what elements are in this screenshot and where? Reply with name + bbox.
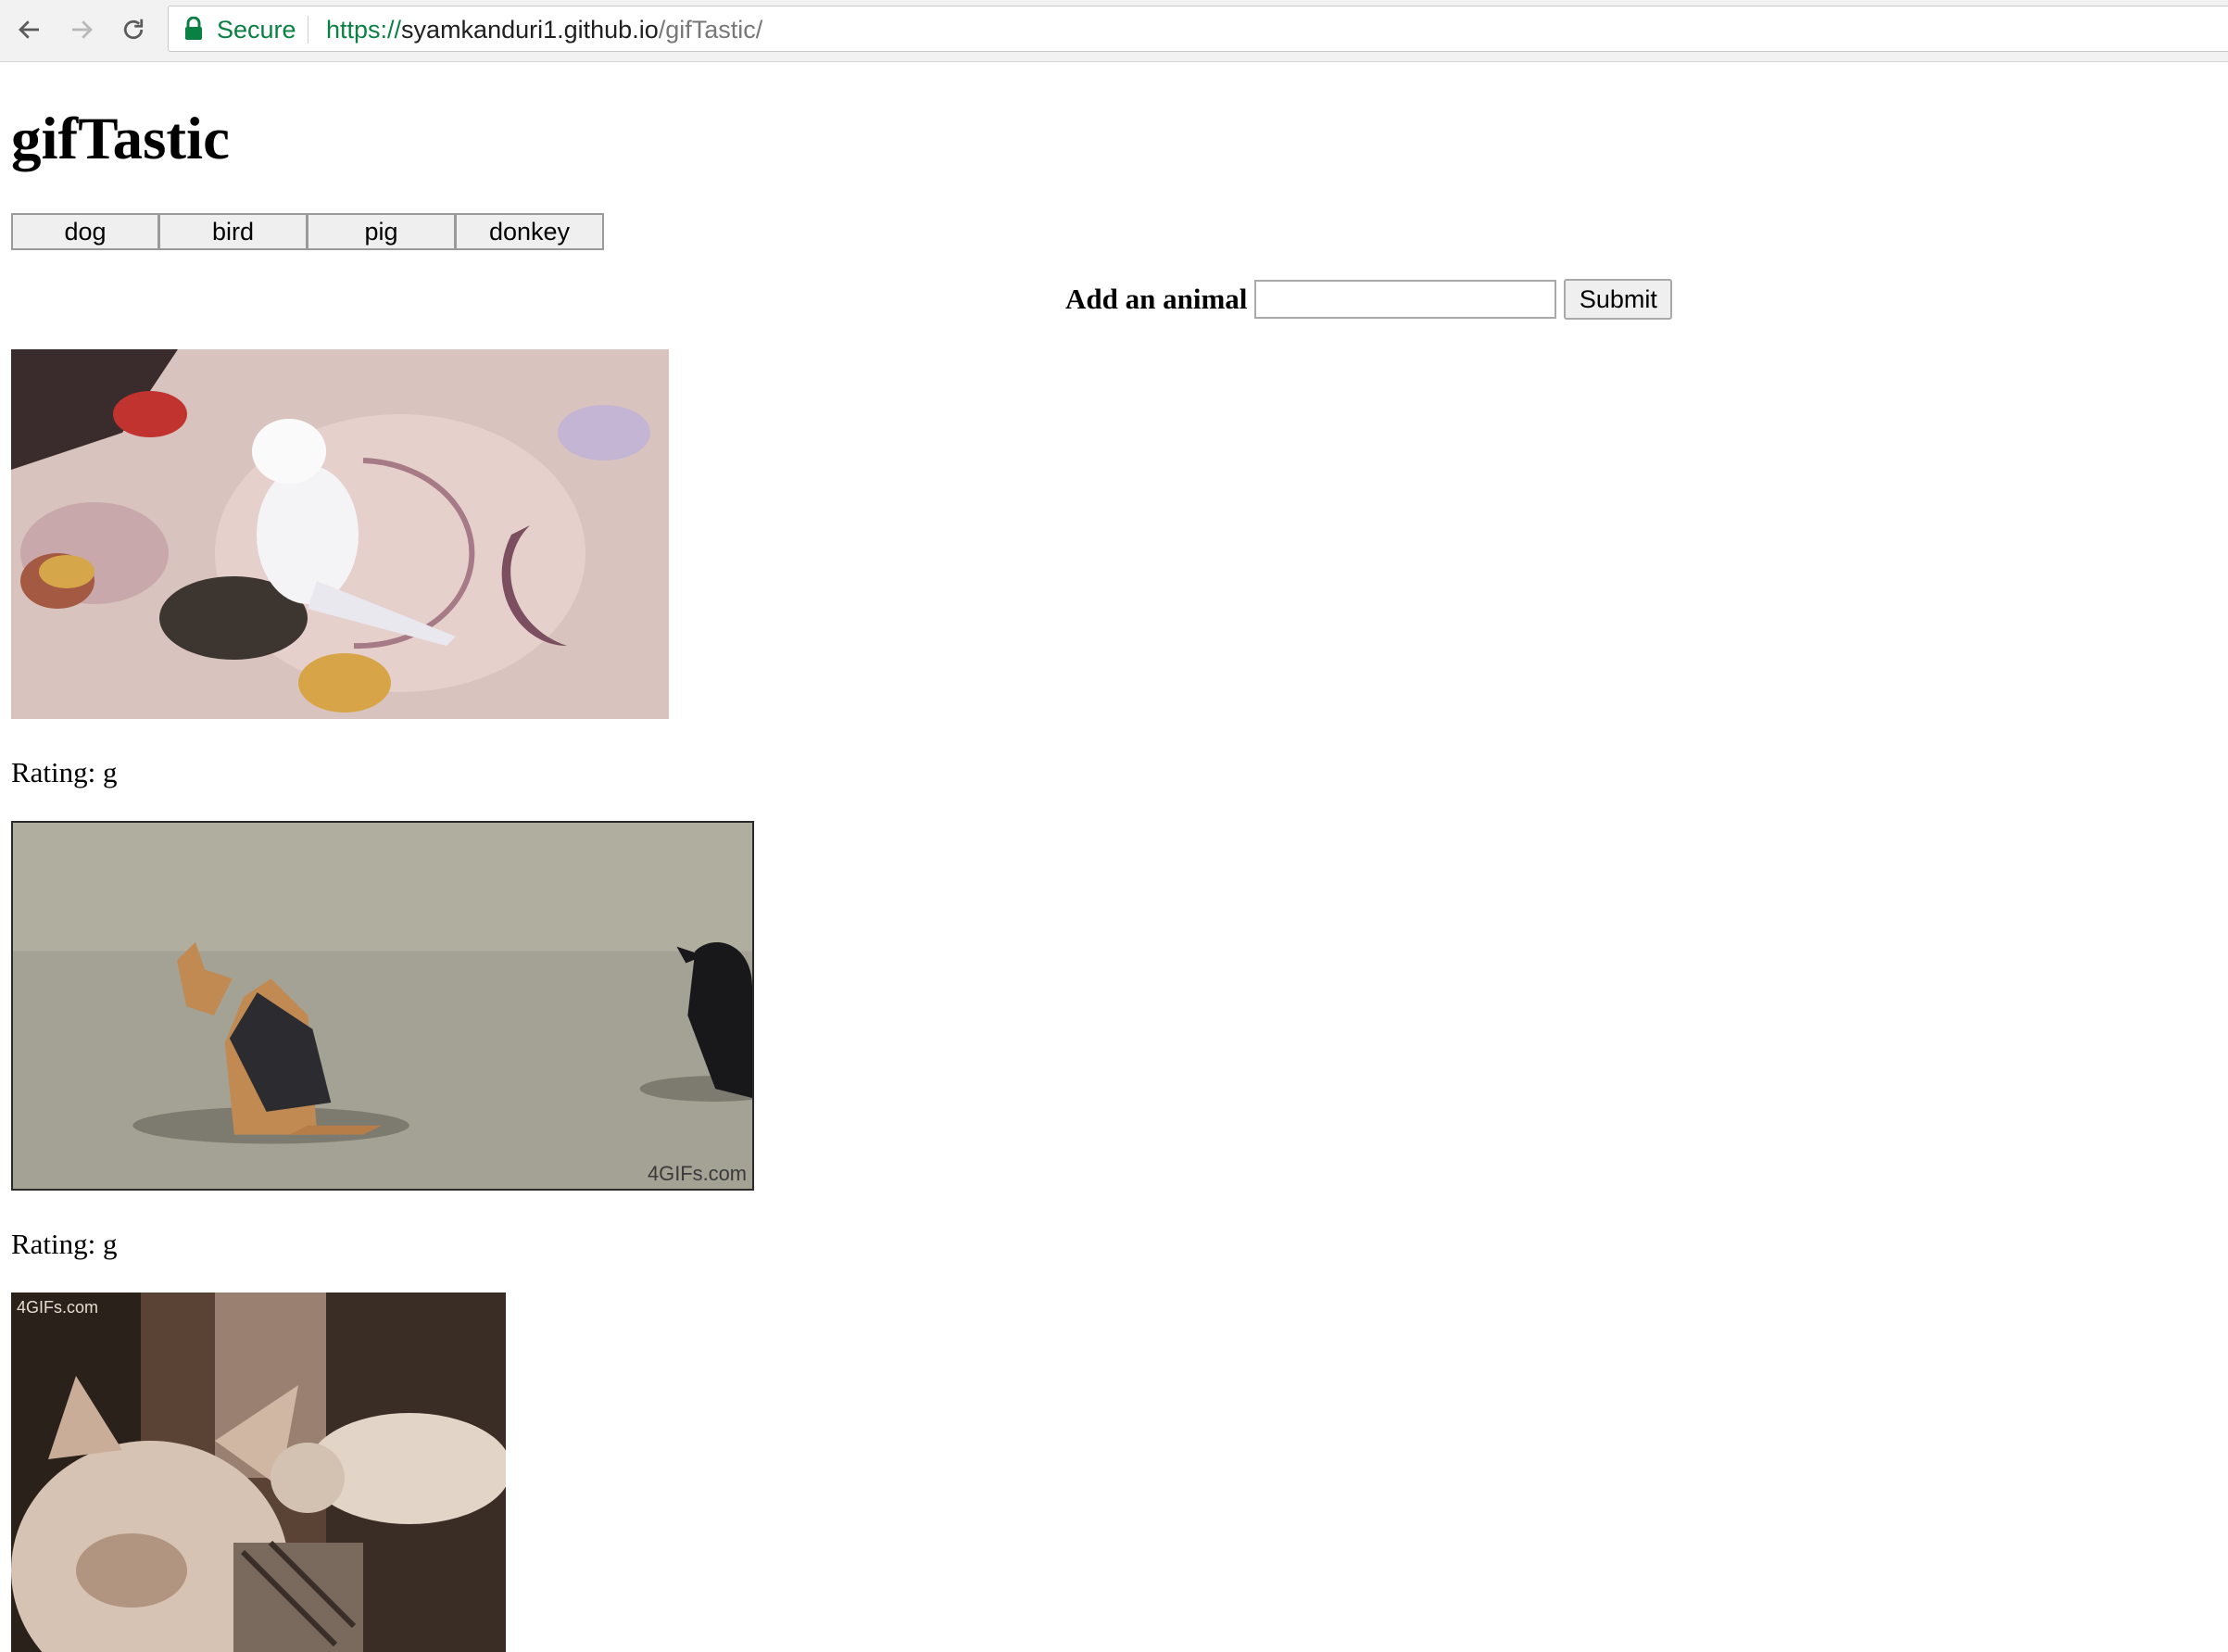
add-animal-label: Add an animal [1065,283,1248,315]
watermark-text: 4GIFs.com [648,1162,747,1185]
animal-button-dog[interactable]: dog [11,213,159,250]
dog-crow-image: 4GIFs.com [13,823,752,1189]
secure-label: Secure [217,16,296,44]
animal-button-group: dog bird pig donkey [11,213,604,250]
animal-button-pig[interactable]: pig [308,213,456,250]
lock-icon [185,17,202,40]
forward-arrow-icon [72,20,93,39]
browser-toolbar: Secure https://syamkanduri1.github.io/gi… [0,0,2228,62]
gif-image-cat[interactable]: 4GIFs.com [11,1293,506,1652]
gif-image-bird[interactable] [11,349,669,719]
reload-icon [123,19,144,40]
url-text: https://syamkanduri1.github.io/gifTastic… [326,16,762,44]
animal-button-donkey[interactable]: donkey [456,213,604,250]
svg-text:4GIFs.com: 4GIFs.com [648,1162,747,1185]
submit-button[interactable]: Submit [1564,279,1673,320]
url-scheme: https:// [326,16,402,44]
back-arrow-icon [19,20,39,39]
url-path: /gifTastic/ [658,16,763,44]
add-animal-input[interactable] [1254,280,1557,319]
svg-text:4GIFs.com: 4GIFs.com [17,1298,98,1317]
animal-button-bird[interactable]: bird [159,213,308,250]
url-host: syamkanduri1.github.io [401,16,659,44]
watermark-text: 4GIFs.com [17,1298,98,1317]
address-bar[interactable]: Secure https://syamkanduri1.github.io/gi… [168,6,2228,52]
rating-label: Rating: g [11,1228,118,1260]
reload-button[interactable] [115,11,152,48]
budgie-image [11,349,669,719]
gif-image-dog[interactable]: 4GIFs.com [11,821,754,1191]
forward-button[interactable] [63,11,100,48]
add-animal-form: Add an animal Submit [1065,278,1673,321]
page-title: gifTastic [11,106,230,172]
cat-parakeet-image: 4GIFs.com [11,1293,506,1652]
back-button[interactable] [11,11,48,48]
rating-label: Rating: g [11,756,118,788]
